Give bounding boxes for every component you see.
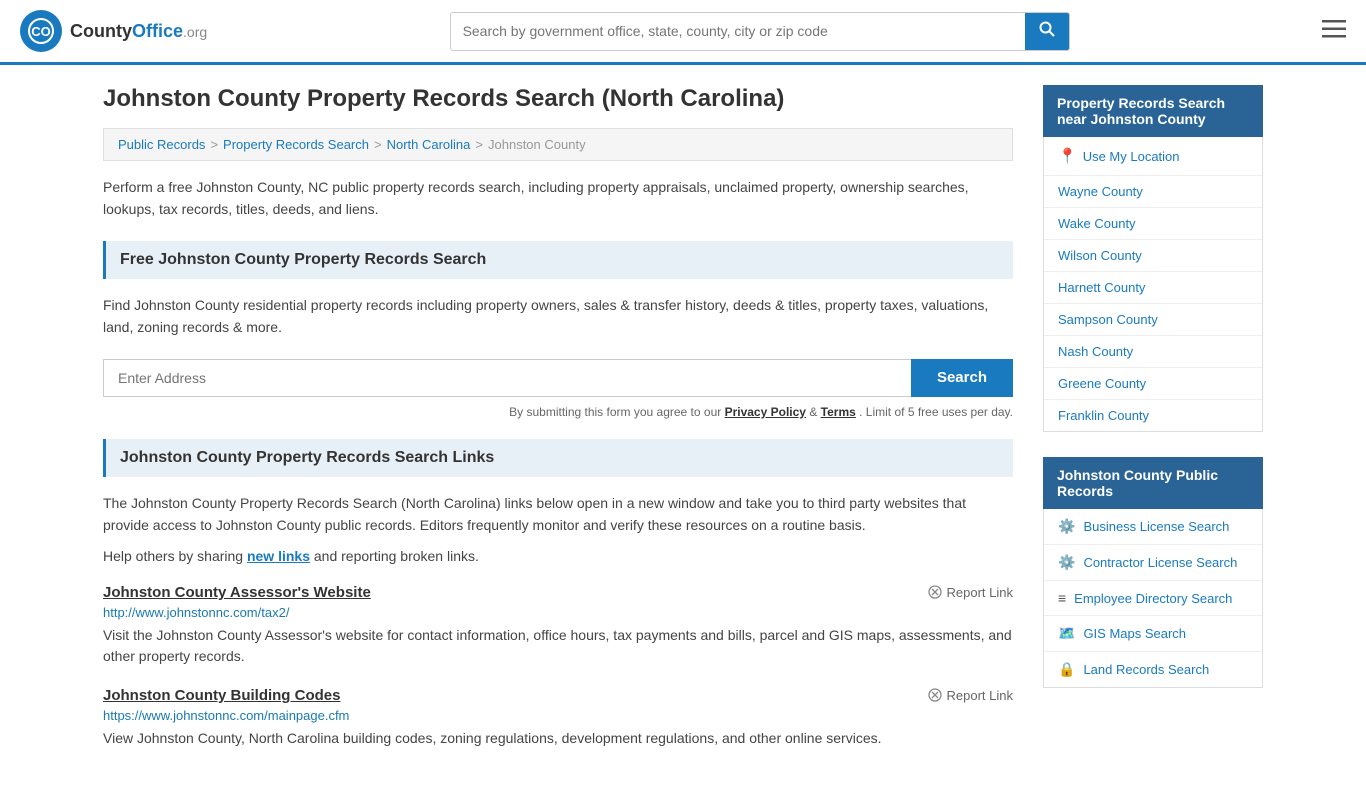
pin-icon: 📍 [1058, 147, 1077, 165]
breadcrumb-sep-1: > [210, 137, 218, 152]
link-item-2-desc: View Johnston County, North Carolina bui… [103, 728, 1013, 749]
sidebar-land-records: 🔒 Land Records Search [1044, 652, 1262, 687]
use-my-location-link[interactable]: Use My Location [1083, 149, 1180, 164]
free-search-desc: Find Johnston County residential propert… [103, 294, 1013, 339]
wake-county-link[interactable]: Wake County [1058, 216, 1136, 231]
lock-icon: 🔒 [1058, 661, 1075, 678]
form-disclaimer: By submitting this form you agree to our… [103, 405, 1013, 419]
public-records-section: Johnston County Public Records ⚙️ Busine… [1043, 457, 1263, 688]
logo-icon: CO [20, 10, 62, 52]
breadcrumb-sep-3: > [475, 137, 483, 152]
header: CO CountyOffice.org [0, 0, 1366, 65]
link-item-2: Johnston County Building Codes Report Li… [103, 687, 1013, 749]
link-item-2-header: Johnston County Building Codes Report Li… [103, 687, 1013, 704]
main-container: Johnston County Property Records Search … [83, 65, 1283, 789]
sidebar-item-wilson: Wilson County [1044, 240, 1262, 272]
list-icon: ≡ [1058, 590, 1066, 606]
sidebar-employee-directory: ≡ Employee Directory Search [1044, 581, 1262, 616]
breadcrumb-nc[interactable]: North Carolina [387, 137, 471, 152]
header-search-input[interactable] [451, 15, 1025, 47]
land-records-link[interactable]: Land Records Search [1083, 662, 1209, 677]
sidebar: Property Records Search near Johnston Co… [1043, 85, 1263, 769]
sidebar-business-license: ⚙️ Business License Search [1044, 509, 1262, 545]
breadcrumb-current: Johnston County [488, 137, 586, 152]
page-title: Johnston County Property Records Search … [103, 85, 1013, 113]
main-content: Johnston County Property Records Search … [103, 85, 1013, 769]
nearby-section: Property Records Search near Johnston Co… [1043, 85, 1263, 432]
use-my-location[interactable]: 📍 Use My Location [1044, 137, 1262, 176]
map-icon: 🗺️ [1058, 625, 1075, 642]
wilson-county-link[interactable]: Wilson County [1058, 248, 1142, 263]
breadcrumb-sep-2: > [374, 137, 382, 152]
sidebar-gis-maps: 🗺️ GIS Maps Search [1044, 616, 1262, 652]
sampson-county-link[interactable]: Sampson County [1058, 312, 1158, 327]
free-search-header: Free Johnston County Property Records Se… [103, 241, 1013, 279]
header-search-bar [450, 12, 1070, 51]
harnett-county-link[interactable]: Harnett County [1058, 280, 1145, 295]
sidebar-item-harnett: Harnett County [1044, 272, 1262, 304]
nash-county-link[interactable]: Nash County [1058, 344, 1133, 359]
public-records-title: Johnston County Public Records [1043, 457, 1263, 509]
sidebar-item-nash: Nash County [1044, 336, 1262, 368]
greene-county-link[interactable]: Greene County [1058, 376, 1146, 391]
sidebar-item-wake: Wake County [1044, 208, 1262, 240]
sidebar-item-franklin: Franklin County [1044, 400, 1262, 431]
employee-directory-link[interactable]: Employee Directory Search [1074, 591, 1232, 606]
report-link-2[interactable]: Report Link [927, 687, 1013, 703]
link-item-1-header: Johnston County Assessor's Website Repor… [103, 584, 1013, 601]
breadcrumb-public-records[interactable]: Public Records [118, 137, 205, 152]
gear-icon-1: ⚙️ [1058, 518, 1075, 535]
sidebar-item-sampson: Sampson County [1044, 304, 1262, 336]
contractor-license-link[interactable]: Contractor License Search [1083, 555, 1237, 570]
search-button[interactable]: Search [911, 359, 1013, 397]
address-input[interactable] [103, 359, 911, 397]
franklin-county-link[interactable]: Franklin County [1058, 408, 1149, 423]
terms-link[interactable]: Terms [821, 405, 856, 419]
logo-text: CountyOffice.org [70, 21, 207, 42]
svg-text:CO: CO [31, 24, 51, 39]
new-links-anchor[interactable]: new links [247, 548, 310, 564]
business-license-link[interactable]: Business License Search [1083, 519, 1229, 534]
report-link-1[interactable]: Report Link [927, 584, 1013, 600]
sidebar-item-wayne: Wayne County [1044, 176, 1262, 208]
public-records-list: ⚙️ Business License Search ⚙️ Contractor… [1043, 509, 1263, 688]
page-description: Perform a free Johnston County, NC publi… [103, 176, 1013, 221]
links-intro: The Johnston County Property Records Sea… [103, 492, 1013, 537]
address-search-section: Search By submitting this form you agree… [103, 359, 1013, 419]
wayne-county-link[interactable]: Wayne County [1058, 184, 1143, 199]
sidebar-item-greene: Greene County [1044, 368, 1262, 400]
gear-icon-2: ⚙️ [1058, 554, 1075, 571]
privacy-policy-link[interactable]: Privacy Policy [725, 405, 806, 419]
address-search-form: Search [103, 359, 1013, 397]
breadcrumb: Public Records > Property Records Search… [103, 128, 1013, 161]
link-item-1-title[interactable]: Johnston County Assessor's Website [103, 584, 371, 601]
hamburger-menu[interactable] [1322, 18, 1346, 44]
nearby-title: Property Records Search near Johnston Co… [1043, 85, 1263, 137]
link-item-2-title[interactable]: Johnston County Building Codes [103, 687, 340, 704]
sidebar-contractor-license: ⚙️ Contractor License Search [1044, 545, 1262, 581]
breadcrumb-property-records[interactable]: Property Records Search [223, 137, 369, 152]
nearby-list: 📍 Use My Location Wayne County Wake Coun… [1043, 137, 1263, 432]
logo-area: CO CountyOffice.org [20, 10, 207, 52]
header-search-button[interactable] [1025, 13, 1069, 50]
gis-maps-link[interactable]: GIS Maps Search [1083, 626, 1186, 641]
link-item-1-desc: Visit the Johnston County Assessor's web… [103, 625, 1013, 667]
link-item-1: Johnston County Assessor's Website Repor… [103, 584, 1013, 667]
links-section-header: Johnston County Property Records Search … [103, 439, 1013, 477]
link-item-2-url[interactable]: https://www.johnstonnc.com/mainpage.cfm [103, 708, 1013, 723]
new-links-line: Help others by sharing new links and rep… [103, 548, 1013, 564]
link-item-1-url[interactable]: http://www.johnstonnc.com/tax2/ [103, 605, 1013, 620]
